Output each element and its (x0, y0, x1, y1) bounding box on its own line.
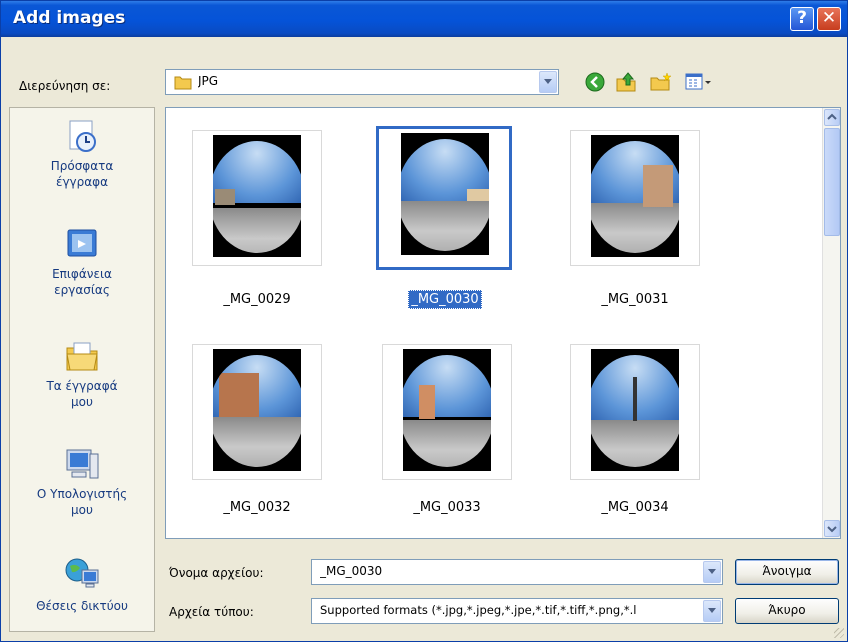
photo-thumbnail (401, 133, 489, 255)
recent-documents-icon (64, 118, 100, 154)
filename-label: Όνομα αρχείου: (169, 566, 264, 580)
file-name[interactable]: _MG_0029 (192, 292, 322, 307)
place-label: Τα έγγραφά μου (46, 379, 118, 409)
photo-thumbnail (213, 135, 301, 257)
open-button[interactable]: Άνοιγμα (735, 559, 839, 585)
photo-thumbnail (591, 349, 679, 471)
place-label: Επιφάνεια εργασίας (52, 267, 112, 297)
place-recent-documents[interactable]: Πρόσφατα έγγραφα (10, 118, 154, 190)
thumbnail-mg-0029[interactable] (192, 130, 322, 266)
thumbnail-mg-0033[interactable] (382, 344, 512, 480)
cancel-button[interactable]: Άκυρο (735, 598, 839, 624)
scroll-down-button[interactable] (824, 520, 840, 537)
filetype-dropdown-button[interactable] (703, 600, 721, 622)
thumbnail-mg-0034[interactable] (570, 344, 700, 480)
filetype-value: Supported formats (*.jpg,*.jpeg,*.jpe,*.… (320, 603, 637, 617)
file-list[interactable]: _MG_0029 _MG_0030 _MG_0031 _MG_0032 _MG_… (165, 107, 841, 539)
new-folder-icon[interactable] (649, 72, 673, 96)
file-name[interactable]: _MG_0030 (380, 290, 510, 309)
lookin-label: Διερεύνηση σε: (19, 79, 111, 93)
places-bar: Πρόσφατα έγγραφα Επιφάνεια εργασίας Τα έ… (9, 107, 155, 632)
title-bar[interactable]: Add images ? ✕ (1, 1, 847, 37)
file-name[interactable]: _MG_0033 (382, 500, 512, 515)
window-title: Add images (13, 8, 126, 28)
place-label: Θέσεις δικτύου (36, 599, 128, 613)
close-button[interactable]: ✕ (817, 7, 841, 31)
network-places-icon (64, 556, 100, 592)
filename-value: _MG_0030 (320, 564, 383, 578)
add-images-dialog: Add images ? ✕ Διερεύνηση σε: JPG Πρόσφα… (0, 0, 848, 642)
filename-dropdown-button[interactable] (703, 561, 721, 583)
file-name[interactable]: _MG_0031 (570, 292, 700, 307)
thumbnail-mg-0032[interactable] (192, 344, 322, 480)
my-documents-icon (64, 338, 100, 374)
lookin-combo[interactable]: JPG (165, 69, 559, 95)
place-my-computer[interactable]: Ο Υπολογιστής μου (10, 446, 154, 518)
place-network-places[interactable]: Θέσεις δικτύου (10, 556, 154, 614)
place-label: Πρόσφατα έγγραφα (50, 159, 114, 189)
photo-thumbnail (213, 349, 301, 471)
photo-thumbnail (591, 135, 679, 257)
desktop-icon (64, 226, 100, 262)
thumbnail-mg-0030[interactable] (376, 126, 512, 270)
file-name[interactable]: _MG_0032 (192, 500, 322, 515)
filename-input[interactable]: _MG_0030 (311, 559, 723, 585)
vertical-scrollbar[interactable] (822, 108, 840, 538)
photo-thumbnail (403, 349, 491, 471)
file-name[interactable]: _MG_0034 (570, 500, 700, 515)
resize-grip[interactable] (834, 628, 844, 638)
place-desktop[interactable]: Επιφάνεια εργασίας (10, 226, 154, 298)
views-menu-icon[interactable] (685, 73, 713, 95)
filetype-label: Αρχεία τύπου: (169, 605, 254, 619)
folder-icon (174, 75, 192, 93)
my-computer-icon (64, 446, 100, 482)
back-icon[interactable] (585, 72, 605, 96)
scroll-thumb[interactable] (824, 128, 840, 236)
place-my-documents[interactable]: Τα έγγραφά μου (10, 338, 154, 410)
lookin-value: JPG (198, 74, 219, 88)
place-label: Ο Υπολογιστής μου (36, 487, 128, 517)
lookin-dropdown-button[interactable] (539, 71, 557, 93)
thumbnail-mg-0031[interactable] (570, 130, 700, 266)
filetype-select[interactable]: Supported formats (*.jpg,*.jpeg,*.jpe,*.… (311, 598, 723, 624)
scroll-up-button[interactable] (824, 109, 840, 126)
up-folder-icon[interactable] (615, 71, 639, 97)
help-button[interactable]: ? (790, 7, 814, 31)
